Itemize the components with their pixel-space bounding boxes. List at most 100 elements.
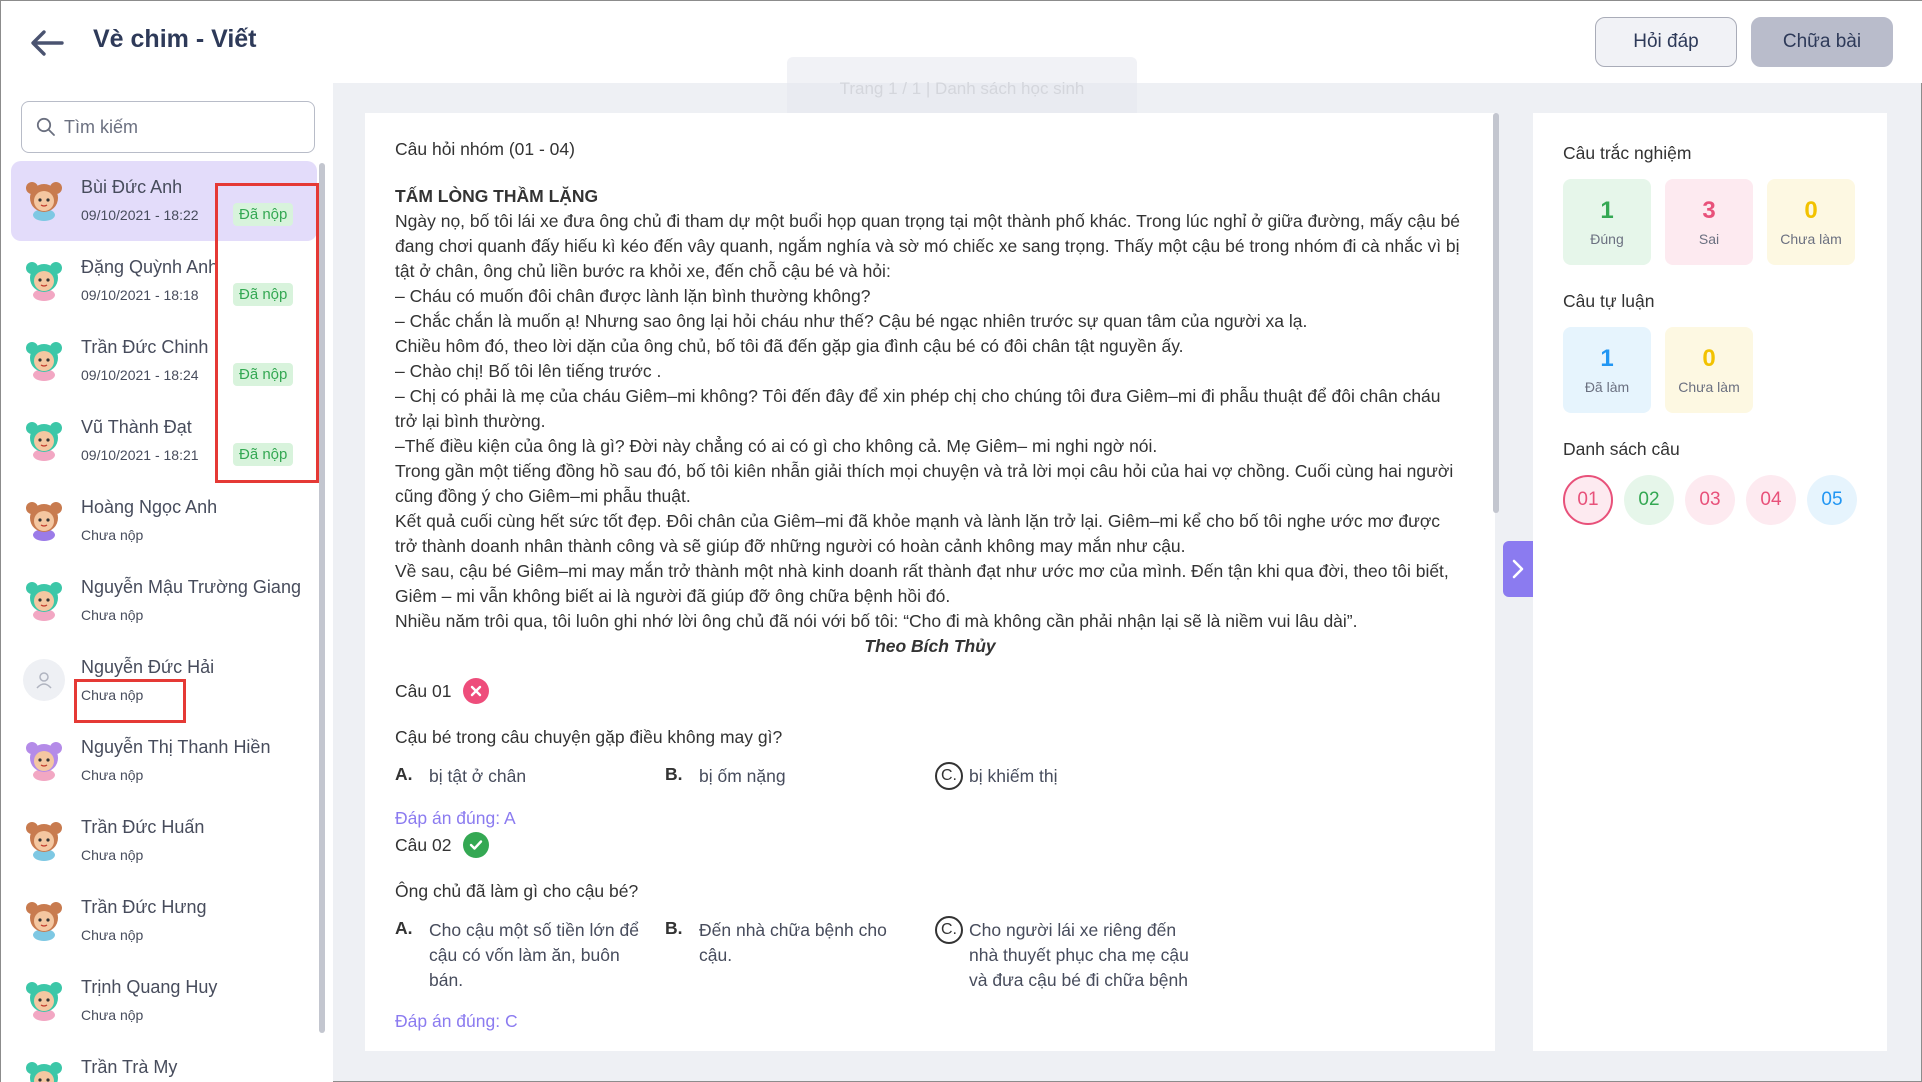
submit-time: 09/10/2021 - 18:22: [81, 207, 199, 223]
student-item[interactable]: Trịnh Quang Huy Chưa nộp: [11, 961, 317, 1041]
option-key: A.: [395, 764, 413, 784]
question-list-title: Danh sách câu: [1563, 439, 1680, 459]
student-name: Vũ Thành Đạt: [81, 417, 192, 437]
question-label: Câu 02: [395, 834, 452, 855]
student-item[interactable]: Bùi Đức Anh 09/10/2021 - 18:22 Đã nộp: [11, 161, 317, 241]
expand-panel-button[interactable]: [1503, 541, 1533, 597]
question-block: Câu 02 Ông chủ đã làm gì cho cậu bé? A. …: [395, 831, 1465, 1032]
student-item[interactable]: Nguyễn Đức Hải Chưa nộp: [11, 641, 317, 721]
student-name: Trần Trà My: [81, 1057, 178, 1077]
wrong-icon: [463, 678, 490, 704]
page-title: Vè chim - Viết: [93, 25, 257, 53]
question-number-01[interactable]: 01: [1563, 475, 1613, 525]
option-a[interactable]: A. bị tật ở chân: [395, 764, 665, 790]
passage-paragraph: Về sau, cậu bé Giêm–mi may mắn trở thành…: [395, 561, 1449, 606]
student-name: Trịnh Quang Huy: [81, 977, 218, 997]
stat-label: Đã làm: [1584, 379, 1630, 395]
content-scrollbar[interactable]: [1493, 113, 1499, 513]
submit-status: Chưa nộp: [81, 927, 144, 943]
student-item[interactable]: Trần Đức Chinh 09/10/2021 - 18:24 Đã nộp: [11, 321, 317, 401]
check-icon: [463, 832, 490, 858]
passage-paragraph: – Cháu có muốn đôi chân được lành lặn bì…: [395, 286, 871, 306]
arrow-left-icon: [31, 30, 64, 56]
question-content: Câu hỏi nhóm (01 - 04) TẤM LÒNG THẦM LẶN…: [365, 113, 1495, 1051]
passage-author: Theo Bích Thủy: [864, 636, 996, 656]
question-label: Câu 01: [395, 680, 452, 701]
status-badge: Đã nộp: [233, 203, 294, 226]
student-item[interactable]: Hoàng Ngọc Anh Chưa nộp: [11, 481, 317, 561]
sidebar-scrollbar[interactable]: [319, 163, 325, 1033]
option-c-selected[interactable]: C. bị khiếm thị: [935, 762, 1205, 790]
option-text: Cho người lái xe riêng đến nhà thuyết ph…: [969, 920, 1189, 990]
student-name: Hoàng Ngọc Anh: [81, 497, 218, 517]
student-list: Bùi Đức Anh 09/10/2021 - 18:22 Đã nộp Đặng …: [11, 161, 319, 1082]
stat-box: 1 Đúng: [1563, 179, 1651, 265]
passage-paragraph: –Thế điều kiện của ông là gì? Đời này ch…: [395, 436, 1158, 456]
question-number-03[interactable]: 03: [1685, 475, 1735, 525]
question-block: Câu 01 Cậu bé trong câu chuyện gặp điều …: [395, 677, 1465, 829]
student-item[interactable]: Nguyễn Mậu Trường Giang Chưa nộp: [11, 561, 317, 641]
option-key: B.: [665, 764, 683, 784]
passage-paragraph: Nhiều năm trôi qua, tôi luôn ghi nhớ lời…: [395, 611, 1358, 631]
student-name: Nguyễn Mậu Trường Giang: [81, 577, 301, 597]
option-text: bị tật ở chân: [429, 766, 527, 786]
student-item[interactable]: Trần Trà My: [11, 1041, 317, 1082]
student-name: Nguyễn Đức Hải: [81, 657, 215, 677]
option-text: bị ốm nặng: [699, 766, 786, 786]
chua-bai-button[interactable]: Chữa bài: [1751, 17, 1893, 67]
stat-number: 0: [1804, 197, 1818, 224]
avatar: [23, 499, 65, 541]
student-name: Trần Đức Hưng: [81, 897, 207, 917]
hoi-dap-button[interactable]: Hỏi đáp: [1595, 17, 1737, 67]
avatar: [23, 339, 65, 381]
student-item[interactable]: Đặng Quỳnh Anh 09/10/2021 - 18:18 Đã nộp: [11, 241, 317, 321]
option-b[interactable]: B. bị ốm nặng: [665, 764, 935, 790]
student-name: Trần Đức Chinh: [81, 337, 209, 357]
student-item[interactable]: Nguyễn Thị Thanh Hiền Chưa nộp: [11, 721, 317, 801]
multiple-choice-title: Câu trắc nghiệm: [1563, 143, 1692, 163]
passage-paragraph: Ngày nọ, bố tôi lái xe đưa ông chủ đi th…: [395, 211, 1461, 281]
avatar: [23, 419, 65, 461]
search-box[interactable]: [21, 101, 315, 153]
question-number-02[interactable]: 02: [1624, 475, 1674, 525]
passage-paragraph: Trong gần một tiếng đồng hồ sau đó, bố t…: [395, 461, 1454, 506]
option-c-selected[interactable]: C. Cho người lái xe riêng đến nhà thuyết…: [935, 916, 1205, 993]
option-key: C.: [935, 762, 963, 790]
stat-number: 1: [1600, 345, 1614, 372]
submit-time: 09/10/2021 - 18:18: [81, 287, 199, 303]
status-badge: Đã nộp: [233, 363, 294, 386]
student-sidebar: Bùi Đức Anh09/10/2021 - 18:22Đã nộpĐặng …: [1, 83, 333, 1082]
stat-label: Chưa làm: [1678, 379, 1740, 395]
passage-paragraph: – Chị có phải là mẹ của cháu Giêm–mi khô…: [395, 386, 1441, 431]
option-text: Cho cậu một số tiền lớn để cậu có vốn là…: [429, 920, 639, 990]
stat-label: Đúng: [1590, 231, 1624, 247]
stat-number: 0: [1702, 345, 1716, 372]
option-text: Đến nhà chữa bệnh cho cậu.: [699, 920, 887, 965]
search-icon: [36, 117, 55, 136]
summary-panel: Câu trắc nghiệm 1 Đúng 3 Sai 0 Chưa làm Câu t…: [1533, 113, 1887, 1051]
passage-title: TẤM LÒNG THẦM LẶNG: [395, 186, 599, 206]
status-badge: Đã nộp: [233, 283, 294, 306]
submit-status: Chưa nộp: [81, 607, 144, 623]
question-number-04[interactable]: 04: [1746, 475, 1796, 525]
search-input[interactable]: [64, 116, 304, 138]
avatar: [23, 819, 65, 861]
back-button[interactable]: [27, 23, 67, 63]
correct-answer: Đáp án đúng: C: [395, 1011, 518, 1031]
student-item[interactable]: Trần Đức Huấn Chưa nộp: [11, 801, 317, 881]
option-a[interactable]: A. Cho cậu một số tiền lớn để cậu có vốn…: [395, 918, 665, 993]
option-key: C.: [935, 916, 963, 944]
question-text: Ông chủ đã làm gì cho cậu bé?: [395, 881, 639, 901]
option-key: A.: [395, 918, 413, 938]
avatar: [23, 579, 65, 621]
student-name: Bùi Đức Anh: [81, 177, 183, 197]
student-item[interactable]: Vũ Thành Đạt 09/10/2021 - 18:21 Đã nộp: [11, 401, 317, 481]
submit-time: 09/10/2021 - 18:24: [81, 367, 199, 383]
avatar: [23, 259, 65, 301]
question-number-05[interactable]: 05: [1807, 475, 1857, 525]
option-b[interactable]: B. Đến nhà chữa bệnh cho cậu.: [665, 918, 935, 993]
student-name: Trần Đức Huấn: [81, 817, 205, 837]
stat-label: Sai: [1698, 231, 1720, 247]
student-item[interactable]: Trần Đức Hưng Chưa nộp: [11, 881, 317, 961]
option-key: B.: [665, 918, 683, 938]
